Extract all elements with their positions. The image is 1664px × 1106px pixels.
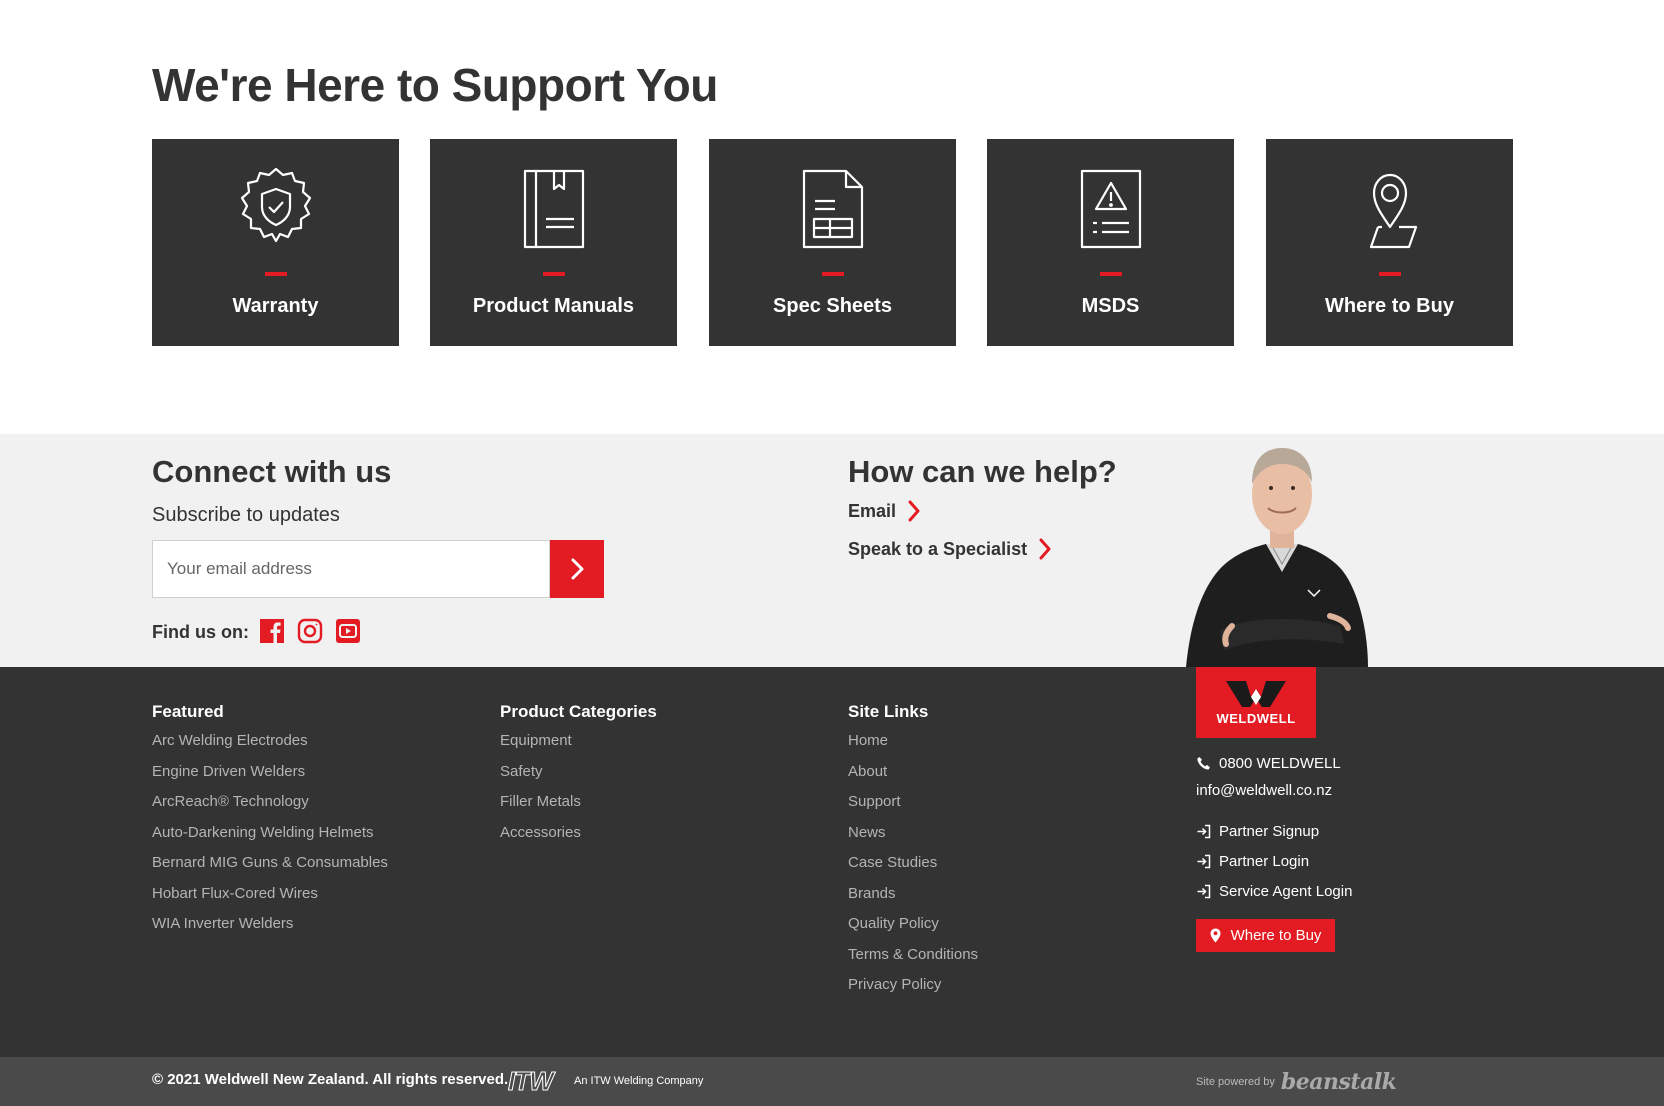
site-footer: Featured Arc Welding Electrodes Engine D…	[0, 667, 1664, 1057]
featured-link[interactable]: ArcReach® Technology	[152, 792, 388, 823]
where-to-buy-label: Where to Buy	[1230, 927, 1322, 944]
chevron-right-icon	[1039, 538, 1051, 560]
subscribe-label: Subscribe to updates	[152, 504, 340, 526]
email-link[interactable]: Email	[848, 500, 920, 522]
featured-heading: Featured	[152, 702, 224, 721]
featured-link[interactable]: Bernard MIG Guns & Consumables	[152, 853, 388, 884]
help-title: How can we help?	[848, 454, 1117, 489]
book-icon	[523, 169, 584, 249]
itw-logo[interactable]: ITW An ITW Welding Company	[508, 1067, 703, 1095]
service-agent-login-link[interactable]: Service Agent Login	[1196, 883, 1352, 900]
map-pin-icon	[1210, 928, 1221, 943]
card-accent-dash	[264, 272, 287, 276]
card-label: Spec Sheets	[773, 295, 892, 317]
specialist-photo	[1186, 448, 1368, 667]
featured-link[interactable]: Hobart Flux-Cored Wires	[152, 884, 388, 915]
categories-list: Equipment Safety Filler Metals Accessori…	[500, 731, 581, 853]
powered-by-label: Site powered by	[1196, 1076, 1275, 1088]
document-icon	[802, 169, 863, 249]
phone-icon	[1197, 757, 1210, 770]
find-us-label: Find us on:	[152, 622, 249, 642]
card-accent-dash	[1378, 272, 1401, 276]
spec-sheets-card[interactable]: Spec Sheets	[709, 139, 956, 346]
itw-logo-mark: ITW	[508, 1068, 558, 1094]
site-link[interactable]: Support	[848, 792, 978, 823]
partner-link-label: Partner Signup	[1219, 823, 1320, 840]
powered-by[interactable]: Site powered by beanstalk	[1196, 1069, 1397, 1095]
category-link[interactable]: Filler Metals	[500, 792, 581, 823]
subscribe-submit-button[interactable]	[550, 540, 604, 598]
email-link-label: Email	[848, 500, 897, 521]
site-links-list: Home About Support News Case Studies Bra…	[848, 731, 978, 1006]
site-link[interactable]: Privacy Policy	[848, 975, 978, 1006]
login-icon	[1197, 854, 1211, 869]
card-accent-dash	[1099, 272, 1122, 276]
featured-link[interactable]: Auto-Darkening Welding Helmets	[152, 823, 388, 854]
partner-signup-link[interactable]: Partner Signup	[1196, 823, 1319, 840]
copyright-text: © 2021 Weldwell New Zealand. All rights …	[152, 1071, 509, 1088]
product-manuals-card[interactable]: Product Manuals	[430, 139, 677, 346]
site-link[interactable]: News	[848, 823, 978, 854]
warning-document-icon	[1080, 169, 1141, 249]
card-label: Where to Buy	[1325, 295, 1454, 317]
weldwell-logo-mark: WELDWELL	[1216, 681, 1295, 726]
site-link[interactable]: Quality Policy	[848, 914, 978, 945]
weldwell-logo[interactable]: WELDWELL	[1196, 667, 1316, 738]
where-to-buy-button[interactable]: Where to Buy	[1196, 919, 1335, 952]
email-contact[interactable]: info@weldwell.co.nz	[1196, 782, 1332, 799]
email-subscribe-input[interactable]	[152, 540, 550, 598]
where-to-buy-card[interactable]: Where to Buy	[1266, 139, 1513, 346]
map-pin-icon	[1369, 173, 1417, 249]
partner-link-label: Service Agent Login	[1219, 883, 1353, 900]
logo-text: WELDWELL	[1216, 711, 1295, 726]
specialist-link-label: Speak to a Specialist	[848, 538, 1028, 559]
chevron-right-icon	[571, 558, 584, 580]
phone-contact[interactable]: 0800 WELDWELL	[1196, 755, 1341, 772]
category-link[interactable]: Safety	[500, 762, 581, 793]
chevron-right-icon	[908, 500, 920, 522]
facebook-icon[interactable]	[259, 618, 285, 644]
site-link[interactable]: Home	[848, 731, 978, 762]
support-section: We're Here to Support You Warranty Produ…	[0, 0, 1664, 434]
featured-link[interactable]: WIA Inverter Welders	[152, 914, 388, 945]
featured-link[interactable]: Arc Welding Electrodes	[152, 731, 388, 762]
card-label: MSDS	[1081, 295, 1140, 317]
msds-card[interactable]: MSDS	[987, 139, 1234, 346]
speak-to-specialist-link[interactable]: Speak to a Specialist	[848, 538, 1051, 560]
card-label: Warranty	[232, 295, 319, 317]
featured-list: Arc Welding Electrodes Engine Driven Wel…	[152, 731, 388, 945]
email-text: info@weldwell.co.nz	[1196, 782, 1333, 799]
phone-text: 0800 WELDWELL	[1219, 755, 1341, 772]
partner-link-label: Partner Login	[1219, 853, 1310, 870]
support-title: We're Here to Support You	[152, 59, 718, 111]
beanstalk-logo: beanstalk	[1280, 1069, 1397, 1095]
card-accent-dash	[542, 272, 565, 276]
login-icon	[1197, 824, 1211, 839]
featured-link[interactable]: Engine Driven Welders	[152, 762, 388, 793]
site-link[interactable]: Brands	[848, 884, 978, 915]
connect-title: Connect with us	[152, 454, 392, 489]
card-accent-dash	[821, 272, 844, 276]
category-link[interactable]: Accessories	[500, 823, 581, 854]
connect-section: Connect with us Subscribe to updates Fin…	[0, 434, 1664, 667]
login-icon	[1197, 884, 1211, 899]
partner-login-link[interactable]: Partner Login	[1196, 853, 1309, 870]
site-link[interactable]: About	[848, 762, 978, 793]
itw-logo-text: ITW	[508, 1068, 556, 1094]
site-link[interactable]: Terms & Conditions	[848, 945, 978, 976]
itw-tagline: An ITW Welding Company	[574, 1075, 704, 1087]
card-label: Product Manuals	[472, 295, 635, 317]
warranty-card[interactable]: Warranty	[152, 139, 399, 346]
category-link[interactable]: Equipment	[500, 731, 581, 762]
support-cards: Warranty Product Manuals Spec Sheets MSD…	[152, 139, 1513, 346]
youtube-icon[interactable]	[335, 618, 361, 644]
categories-heading: Product Categories	[500, 702, 657, 721]
site-links-heading: Site Links	[848, 702, 929, 721]
instagram-icon[interactable]	[297, 618, 323, 644]
shield-check-icon	[240, 167, 311, 243]
site-link[interactable]: Case Studies	[848, 853, 978, 884]
bottom-bar: © 2021 Weldwell New Zealand. All rights …	[0, 1057, 1664, 1106]
